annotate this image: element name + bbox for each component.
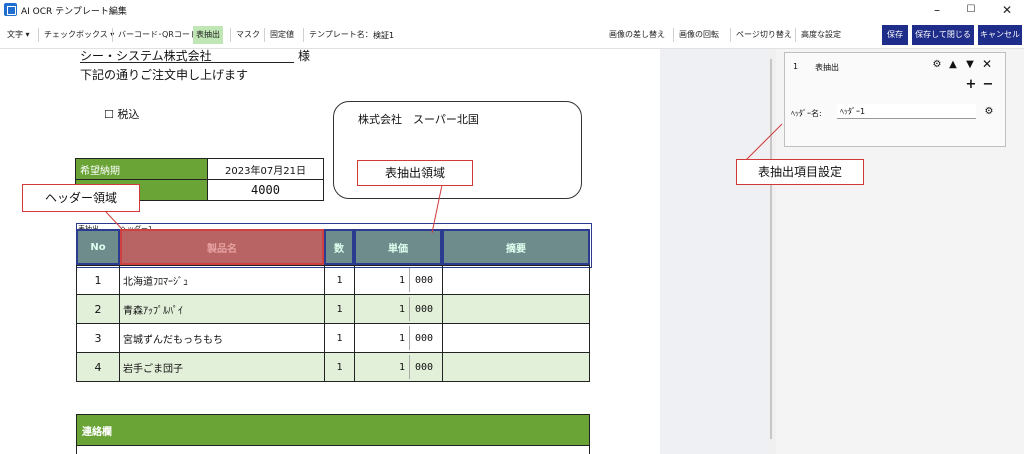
divider xyxy=(795,28,796,42)
template-name-input[interactable]: 検証1 xyxy=(373,29,603,42)
delete-icon[interactable]: ✕ xyxy=(981,58,993,70)
settings-callout-line xyxy=(745,123,783,161)
plus-icon[interactable]: + xyxy=(965,78,977,91)
advanced-settings-button[interactable]: 高度な設定 xyxy=(798,26,844,44)
divider xyxy=(303,28,304,42)
fixed-value-tool-button[interactable]: 固定値 xyxy=(267,26,297,44)
header-region-callout: ヘッダー領域 xyxy=(22,184,140,212)
save-and-close-button[interactable]: 保存して閉じる xyxy=(912,25,974,45)
item-number: 1 xyxy=(793,62,799,71)
table-extract-tool-button[interactable]: 表抽出 xyxy=(193,26,223,44)
barcode-tool-button[interactable]: バーコード･QRコード xyxy=(115,26,201,44)
cancel-button[interactable]: キャンセル xyxy=(978,25,1022,45)
minus-icon[interactable]: − xyxy=(982,78,994,91)
divider xyxy=(264,28,265,42)
divider xyxy=(112,28,113,42)
text-tool-dropdown[interactable]: 文字 ▾ xyxy=(4,26,33,44)
gear-icon[interactable]: ⚙ xyxy=(983,106,995,118)
minimize-button[interactable]: – xyxy=(922,1,952,19)
divider xyxy=(230,28,231,42)
move-up-icon[interactable]: ▲ xyxy=(947,59,959,71)
settings-callout: 表抽出項目設定 xyxy=(736,159,864,185)
canvas-gray-area xyxy=(660,49,776,454)
divider xyxy=(673,28,674,42)
checkbox-tool-dropdown[interactable]: チェックボックス ▾ xyxy=(41,26,117,44)
page-switch-button[interactable]: ページ切り替え xyxy=(733,26,795,44)
header-name-label: ﾍｯﾀﾞｰ名: xyxy=(791,109,822,118)
toolbar: 文字 ▾ チェックボックス ▾ バーコード･QRコード 表抽出 マスク 固定値 … xyxy=(0,22,1024,49)
mask-tool-button[interactable]: マスク xyxy=(233,26,263,44)
close-window-button[interactable]: ✕ xyxy=(992,1,1022,19)
divider xyxy=(38,28,39,42)
rotate-image-button[interactable]: 画像の回転 xyxy=(676,26,722,44)
table-extract-item-settings: 1 表抽出 ⚙ ▲ ▼ ✕ + − ﾍｯﾀﾞｰ名: ﾍｯﾀﾞｰ1 ⚙ xyxy=(784,52,1006,147)
app-icon xyxy=(4,3,17,16)
table-callout-line xyxy=(431,184,443,234)
document-canvas[interactable]: シー・システム株式会社 様 下記の通りご注文申し上げます ☐ 税込 株式会社 ス… xyxy=(0,49,660,454)
window-title: AI OCR テンプレート編集 xyxy=(21,7,127,17)
item-name: 表抽出 xyxy=(815,63,839,72)
save-button[interactable]: 保存 xyxy=(882,25,908,45)
title-bar: AI OCR テンプレート編集 – ☐ ✕ xyxy=(0,0,1024,20)
annotation-lines xyxy=(105,184,443,234)
gear-icon[interactable]: ⚙ xyxy=(931,59,943,71)
divider xyxy=(730,28,731,42)
panel-scrollbar[interactable] xyxy=(767,49,776,454)
replace-image-button[interactable]: 画像の差し替え xyxy=(606,26,668,44)
table-region-callout: 表抽出領域 xyxy=(357,160,473,186)
maximize-button[interactable]: ☐ xyxy=(956,1,986,19)
header-name-input[interactable]: ﾍｯﾀﾞｰ1 xyxy=(837,104,976,119)
template-name-label: テンプレート名： xyxy=(309,30,373,39)
move-down-icon[interactable]: ▼ xyxy=(964,59,976,71)
header-callout-line xyxy=(105,211,122,229)
